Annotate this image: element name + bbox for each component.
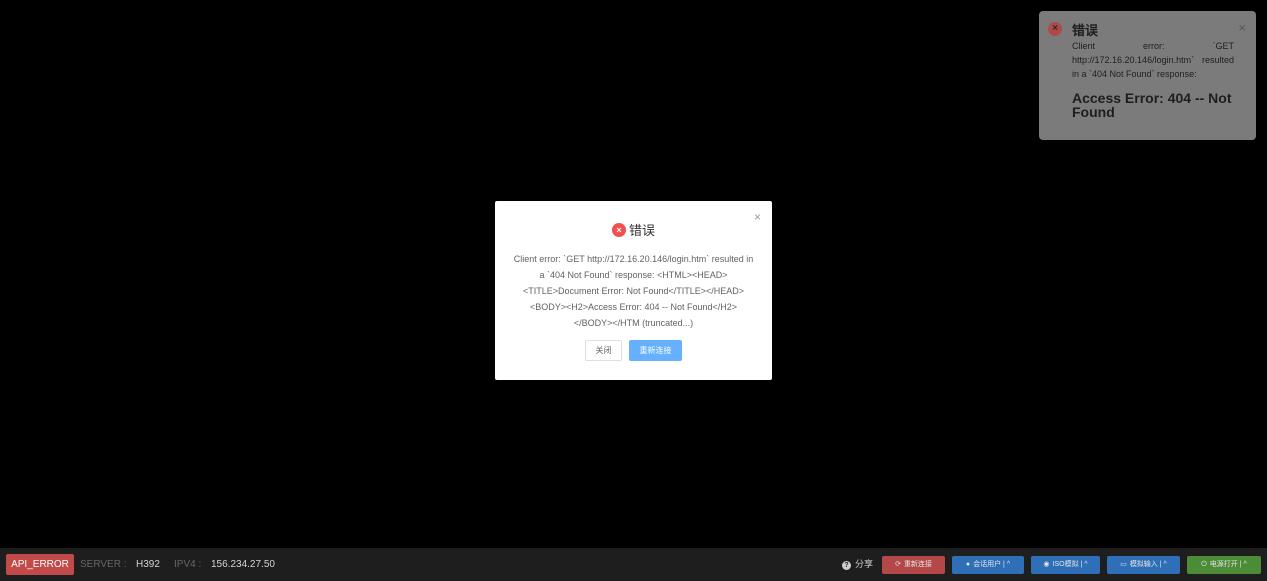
reconnect-status-button[interactable]: ⟳ 重新连接 [882,556,945,574]
virtual-input-button[interactable]: ▭ 模拟输入 | ^ [1107,556,1180,574]
keyboard-icon: ▭ [1120,561,1127,568]
error-circle-icon: × [611,222,626,237]
status-bar: API_ERROR SERVER : H392 IPV4 : 156.234.2… [0,548,1267,581]
notification-message: Client error: `GET http://172.16.20.146/… [1072,41,1234,79]
error-circle-icon: × [1048,22,1062,36]
iso-mount-label: ISO模拟 | ^ [1052,561,1088,568]
error-notification: × 错误 × Client error: `GET http://172.16.… [1039,11,1256,140]
power-on-button[interactable]: ⏻ 电源打开 | ^ [1187,556,1261,574]
close-button[interactable]: 关闭 [585,340,622,361]
share-button[interactable]: ? 分享 [842,558,873,571]
dialog-title: 错误 [628,223,655,238]
session-user-button[interactable]: ● 会话用户 | ^ [952,556,1024,574]
notification-heading: Access Error: 404 -- Not Found [1072,90,1232,120]
help-icon: ? [842,561,851,570]
iso-mount-button[interactable]: ◉ ISO模拟 | ^ [1031,556,1100,574]
reconnect-label: 重新连接 [903,561,932,568]
notification-title: 错误 [1072,23,1099,38]
session-user-label: 会话用户 | ^ [973,561,1011,568]
status-badge: API_ERROR [6,554,74,575]
dialog-message: Client error: `GET http://172.16.20.146/… [513,254,754,328]
server-label: SERVER : [80,559,127,570]
power-icon: ⏻ [1201,561,1207,568]
disc-icon: ◉ [1043,561,1050,568]
virtual-input-label: 模拟输入 | ^ [1129,561,1167,568]
server-value: H392 [136,559,160,570]
dialog-header: × 错误 [495,220,772,238]
power-on-label: 电源打开 | ^ [1209,561,1247,568]
ipv4-label: IPV4 : [174,559,202,570]
refresh-icon: ⟳ [895,561,901,568]
close-icon[interactable]: × [1238,20,1246,35]
user-icon: ● [965,561,971,568]
reconnect-button[interactable]: 重新连接 [629,340,682,361]
error-dialog: × × 错误 Client error: `GET http://172.16.2… [495,201,772,380]
ipv4-value: 156.234.27.50 [211,559,275,570]
share-label: 分享 [855,559,874,569]
